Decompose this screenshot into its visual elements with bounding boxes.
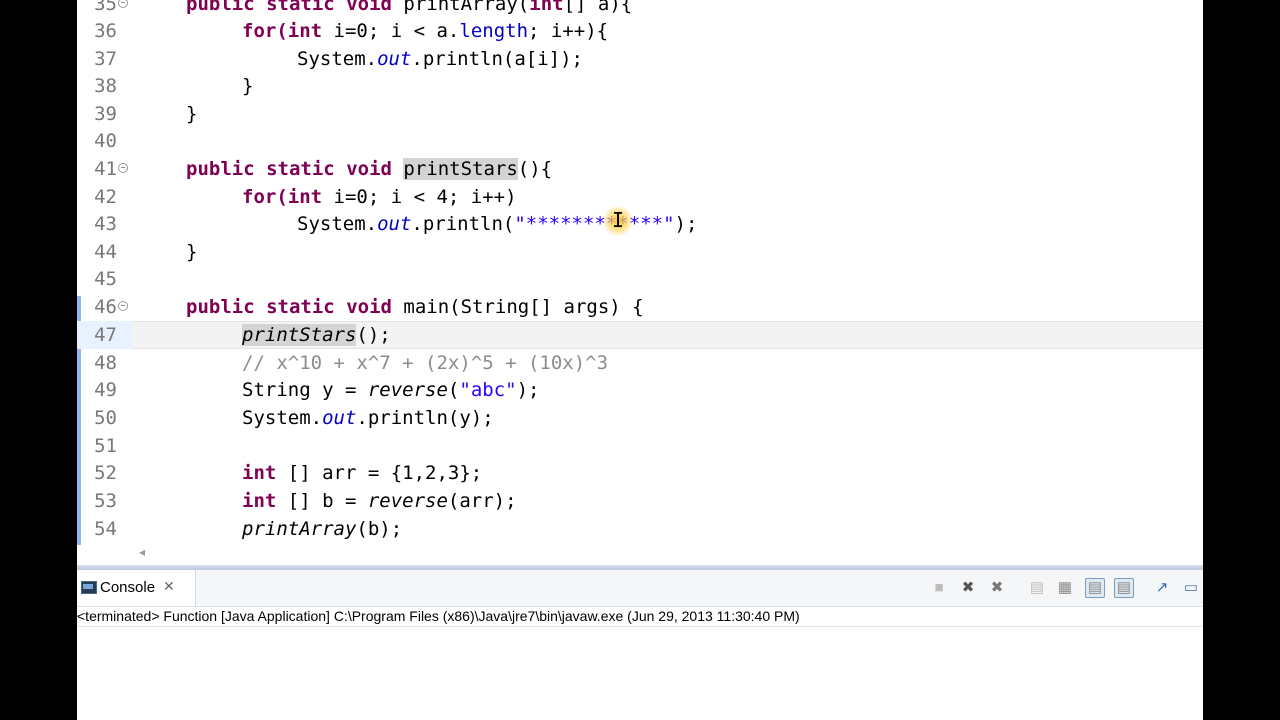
code-line-39[interactable]: 39 } (77, 100, 1203, 128)
line-number: 45 (94, 268, 117, 290)
line-number: 37 (94, 48, 117, 70)
line-number: 52 (94, 462, 117, 484)
line-number: 35 (94, 0, 117, 15)
occurrence-highlight: printStars (242, 324, 357, 346)
tab-console[interactable]: Console ✕ (77, 570, 196, 606)
code-text: System.out.println("************"); (297, 213, 698, 235)
fold-collapse-icon[interactable]: − (118, 163, 128, 173)
line-number: 48 (94, 352, 117, 374)
code-text: } (186, 241, 198, 263)
code-line-38[interactable]: 38 } (77, 72, 1203, 100)
line-number: 42 (94, 186, 117, 208)
code-text: for(int i=0; i < 4; i++) (242, 186, 517, 208)
terminate-icon[interactable]: ■ (930, 579, 948, 597)
code-text: System.out.println(a[i]); (297, 48, 583, 70)
clear-console-icon[interactable]: ▤ (1028, 579, 1046, 597)
scroll-lock-icon[interactable]: ▦ (1056, 579, 1074, 597)
code-line-52[interactable]: 52 int [] arr = {1,2,3}; (77, 459, 1203, 487)
eclipse-window: 35 − public static void printArray(int[]… (77, 0, 1203, 720)
code-line-42[interactable]: 42 for(int i=0; i < 4; i++) (77, 183, 1203, 211)
console-view-header: Console ✕ ■ ✖ ✖ ▤ ▦ ▤ ▤ ↗ ▭ (77, 570, 1203, 607)
console-status-line: <terminated> Function [Java Application]… (77, 608, 800, 624)
scroll-left-icon[interactable]: ◂ (139, 545, 145, 559)
remove-launch-icon[interactable]: ✖ (959, 579, 977, 597)
occurrence-highlight: printStars (403, 158, 518, 180)
code-line-35[interactable]: 35 − public static void printArray(int[]… (77, 0, 1203, 18)
code-line-44[interactable]: 44 } (77, 238, 1203, 266)
code-text: public static void printArray(int[] a){ (186, 0, 633, 15)
code-text: public static void main(String[] args) { (186, 296, 644, 318)
line-number: 53 (94, 490, 117, 512)
line-number: 38 (94, 75, 117, 97)
line-number: 36 (94, 20, 117, 42)
code-text: String y = reverse("abc"); (242, 379, 540, 401)
line-number: 39 (94, 103, 117, 125)
code-text: int [] arr = {1,2,3}; (242, 462, 483, 484)
code-line-36[interactable]: 36 for(int i=0; i < a.length; i++){ (77, 17, 1203, 45)
code-text: public static void printStars(){ (186, 158, 553, 180)
code-comment: // x^10 + x^7 + (2x)^5 + (10x)^3 (242, 352, 609, 374)
open-console-icon[interactable]: ▭ (1182, 579, 1200, 597)
code-text: System.out.println(y); (242, 407, 494, 429)
line-number: 50 (94, 407, 117, 429)
code-line-50[interactable]: 50 System.out.println(y); (77, 404, 1203, 432)
tab-console-label: Console (100, 579, 156, 596)
code-line-43[interactable]: 43 System.out.println("************"); (77, 210, 1203, 238)
line-number: 49 (94, 379, 117, 401)
code-line-41[interactable]: 41 − public static void printStars(){ (77, 155, 1203, 183)
code-text: for(int i=0; i < a.length; i++){ (242, 20, 609, 42)
line-number: 54 (94, 518, 117, 540)
console-output-area[interactable] (77, 626, 1203, 720)
code-line-54[interactable]: 54 printArray(b); (77, 515, 1203, 543)
code-text: } (242, 75, 254, 97)
show-on-stderr-icon[interactable]: ▤ (1114, 578, 1134, 598)
pin-console-icon[interactable]: ↗ (1153, 579, 1171, 597)
line-number: 40 (94, 130, 117, 152)
code-text: printStars(); (242, 324, 391, 346)
code-line-53[interactable]: 53 int [] b = reverse(arr); (77, 487, 1203, 515)
line-number: 46 (94, 296, 117, 318)
show-on-stdout-icon[interactable]: ▤ (1085, 578, 1105, 598)
code-editor[interactable]: 35 − public static void printArray(int[]… (77, 0, 1203, 545)
close-icon[interactable]: ✕ (163, 578, 175, 595)
code-line-46[interactable]: 46 − public static void main(String[] ar… (77, 293, 1203, 321)
code-line-47-current[interactable]: 47 printStars(); (77, 321, 1203, 349)
code-line-51[interactable]: 51 (77, 432, 1203, 460)
fold-collapse-icon[interactable]: − (118, 301, 128, 311)
fold-collapse-icon[interactable]: − (118, 0, 128, 8)
line-number: 43 (94, 213, 117, 235)
line-number: 47 (94, 324, 117, 346)
line-number: 44 (94, 241, 117, 263)
code-line-48[interactable]: 48 // x^10 + x^7 + (2x)^5 + (10x)^3 (77, 349, 1203, 377)
code-line-45[interactable]: 45 (77, 265, 1203, 293)
line-number: 41 (94, 158, 117, 180)
code-line-49[interactable]: 49 String y = reverse("abc"); (77, 376, 1203, 404)
remove-all-terminated-icon[interactable]: ✖ (988, 579, 1006, 597)
code-text: int [] b = reverse(arr); (242, 490, 517, 512)
code-line-40[interactable]: 40 (77, 127, 1203, 155)
code-line-37[interactable]: 37 System.out.println(a[i]); (77, 45, 1203, 73)
console-icon (81, 581, 97, 594)
code-text: } (186, 103, 198, 125)
line-number: 51 (94, 435, 117, 457)
code-text: printArray(b); (242, 518, 403, 540)
mouse-cursor-icon (603, 206, 633, 236)
